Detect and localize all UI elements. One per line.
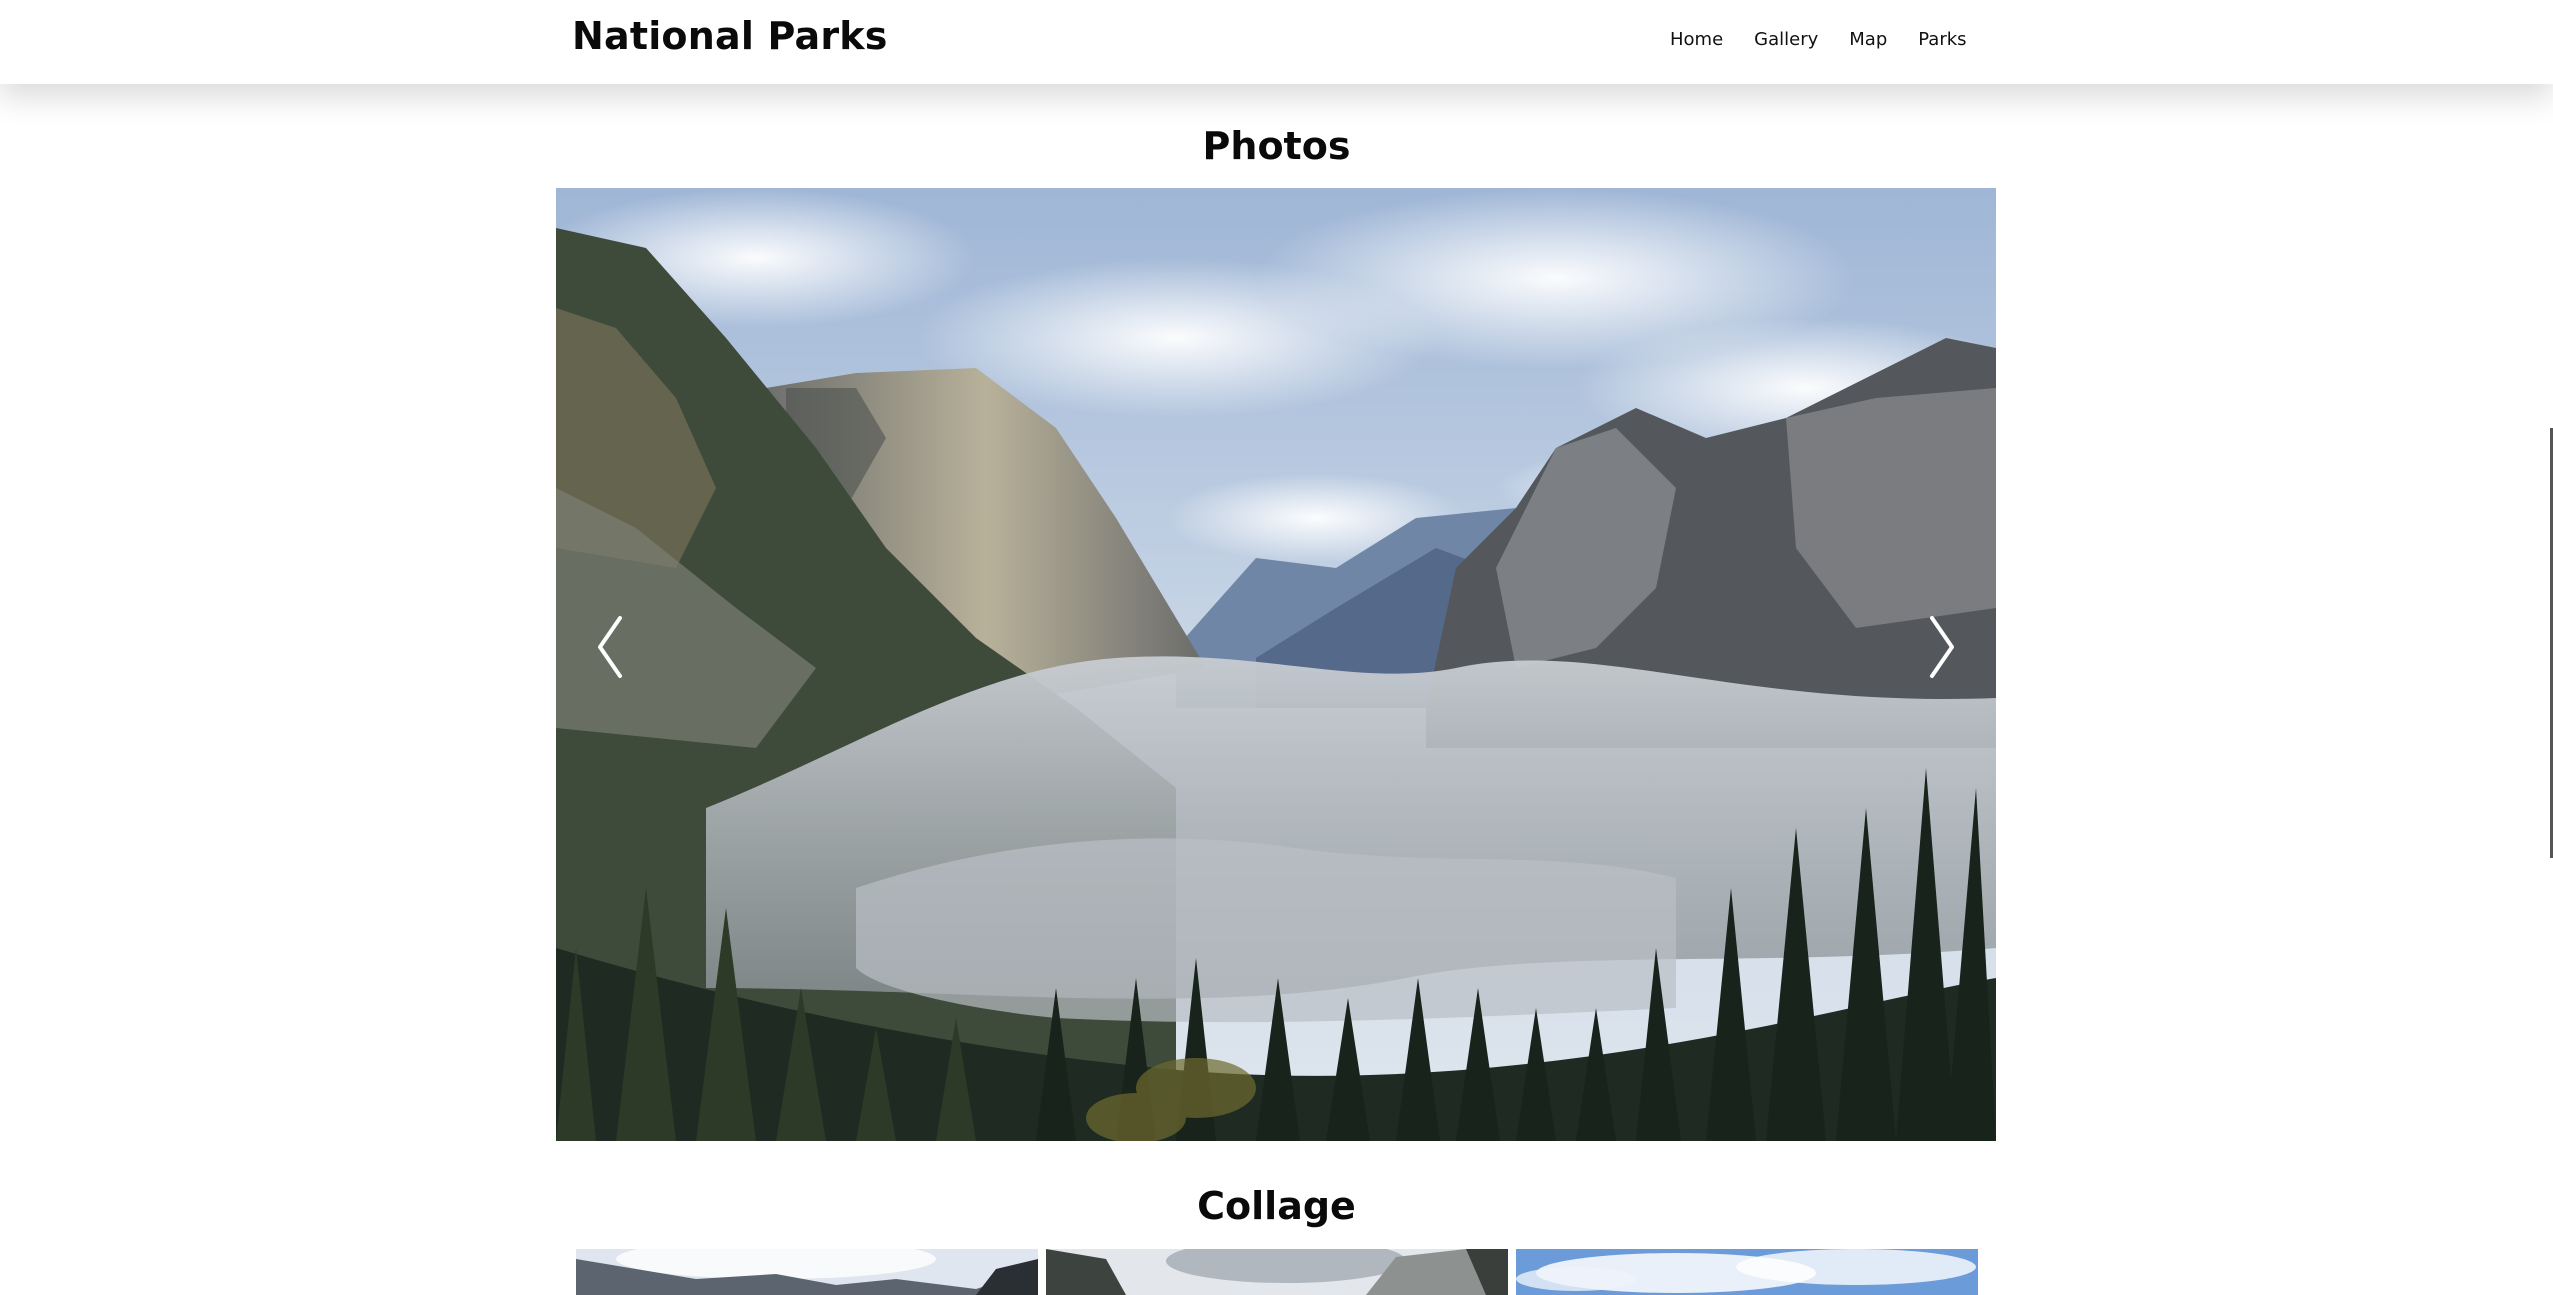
- main-nav: Home Gallery Map Parks: [1670, 29, 1967, 50]
- collage-image[interactable]: [576, 1249, 1038, 1295]
- nav-home[interactable]: Home: [1670, 29, 1723, 50]
- photos-heading: Photos: [1202, 124, 1351, 168]
- chevron-right-icon[interactable]: [1922, 612, 1962, 682]
- nav-parks[interactable]: Parks: [1918, 29, 1966, 50]
- site-title[interactable]: National Parks: [572, 14, 888, 58]
- site-header: National Parks Home Gallery Map Parks: [0, 0, 2553, 84]
- photo-carousel: [556, 188, 1996, 1141]
- nav-gallery[interactable]: Gallery: [1754, 29, 1818, 50]
- nav-map[interactable]: Map: [1849, 29, 1887, 50]
- collage-image[interactable]: [1516, 1249, 1978, 1295]
- collage-image[interactable]: [1046, 1249, 1508, 1295]
- chevron-left-icon[interactable]: [590, 612, 630, 682]
- carousel-photo: [556, 188, 1996, 1141]
- collage-heading: Collage: [1197, 1184, 1356, 1228]
- collage-grid: [576, 1249, 1978, 1295]
